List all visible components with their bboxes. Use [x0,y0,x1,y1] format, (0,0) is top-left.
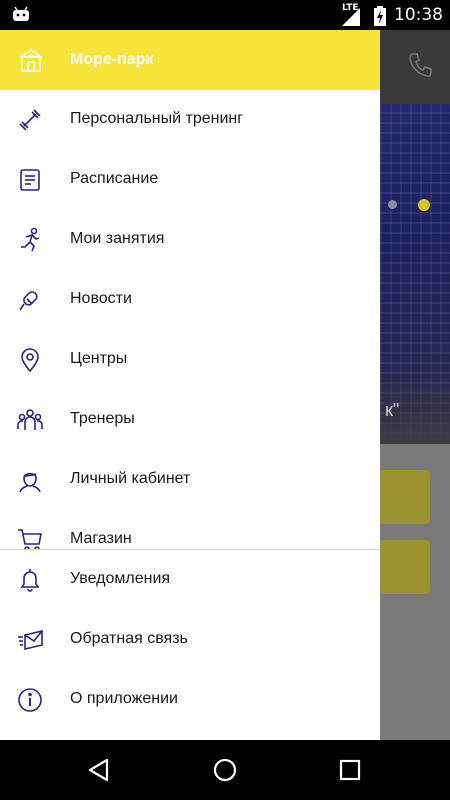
menu-item-label: Обратная связь [70,630,188,647]
status-bar: LTE 10:38 [0,0,450,30]
menu-item-trainers[interactable]: Тренеры [0,390,380,450]
mail-icon [18,629,43,651]
carousel-dot [388,200,397,209]
menu-item-my-classes[interactable]: Мои занятия [0,210,380,270]
cart-icon [18,529,42,550]
android-icon [13,6,29,21]
menu-item-account[interactable]: Личный кабинет [0,450,380,510]
menu-item-label: Центры [70,350,128,367]
battery-charging-icon [374,6,386,26]
menu-item-label: Уведомления [70,570,171,587]
person-icon [19,472,41,493]
menu-item-label: Магазин [70,530,132,547]
running-person-icon [21,227,40,252]
menu-item-label: Расписание [70,170,159,187]
menu-item-news[interactable]: Новости [0,270,380,330]
navigation-drawer: Море-парк Персональный тренинг Расписани… [0,30,380,740]
menu-item-label: Персональный тренинг [70,110,244,127]
menu-item-feedback[interactable]: Обратная связь [0,610,380,670]
signal-icon [342,8,360,26]
menu-item-about[interactable]: О приложении [0,670,380,730]
clock: 10:38 [394,5,443,25]
bell-icon [20,569,40,592]
document-icon [20,169,40,191]
club-building-icon [19,49,43,72]
recent-apps-icon[interactable] [338,757,362,783]
megaphone-icon [19,291,38,311]
menu-item-label: Мои занятия [70,230,165,247]
menu-item-label: Новости [70,290,132,307]
system-navigation-bar [0,740,450,800]
carousel-dot-active [418,199,430,211]
back-icon[interactable] [86,757,112,783]
background-button [380,470,430,524]
home-icon[interactable] [212,757,238,783]
menu-item-schedule[interactable]: Расписание [0,150,380,210]
menu-item-notifications[interactable]: Уведомления [0,550,380,610]
menu-item-label: Тренеры [70,410,135,427]
menu-item-centers[interactable]: Центры [0,330,380,390]
dumbbell-icon [19,109,41,131]
phone-icon[interactable] [408,52,432,78]
drawer-menu-list[interactable]: Персональный тренинг Расписание Мои заня… [0,90,380,550]
location-pin-icon [21,348,39,373]
menu-item-label: О приложении [70,690,178,707]
menu-item-shop[interactable]: Магазин [0,510,380,550]
hero-caption-fragment: к" [385,400,400,420]
drawer-header-club[interactable]: Море-парк [0,30,380,90]
info-icon [18,688,42,712]
club-name: Море-парк [70,51,154,68]
menu-item-label: Личный кабинет [70,470,191,487]
group-icon [17,409,43,430]
menu-item-personal-training[interactable]: Персональный тренинг [0,90,380,150]
background-button [380,540,430,594]
